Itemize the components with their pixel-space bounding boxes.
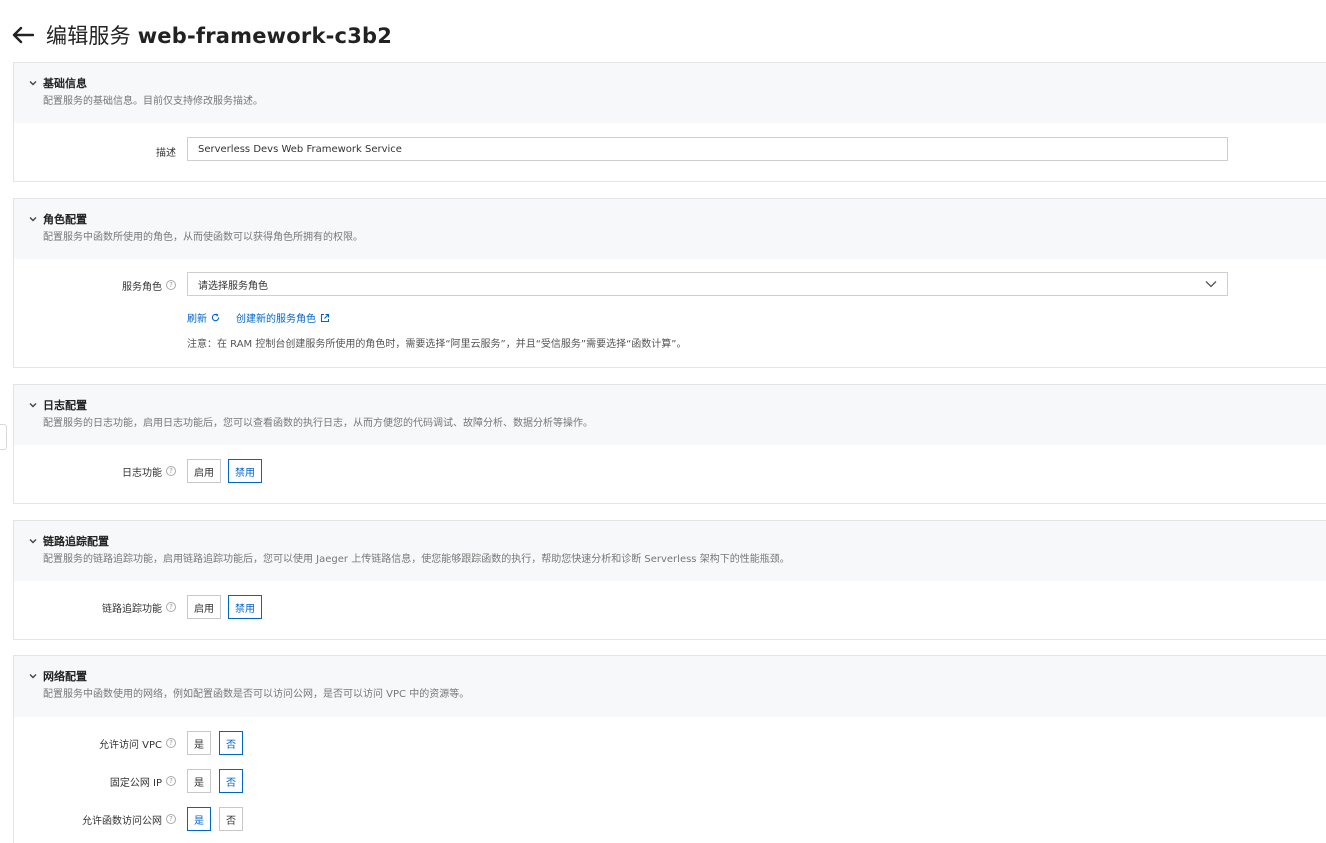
section-trace-config-header[interactable]: 链路追踪配置 配置服务的链路追踪功能，启用链路追踪功能后，您可以使用 Jaege… — [14, 521, 1326, 581]
section-trace-config: 链路追踪配置 配置服务的链路追踪功能，启用链路追踪功能后，您可以使用 Jaege… — [13, 520, 1326, 640]
description-label: 描述 — [156, 147, 176, 159]
role-note: 注意：在 RAM 控制台创建服务所使用的角色时，需要选择“阿里云服务”，并且“受… — [187, 339, 687, 350]
fixed-ip-yes-button[interactable]: 是 — [187, 769, 211, 793]
chevron-down-icon[interactable] — [28, 400, 38, 410]
section-description: 配置服务的日志功能，启用日志功能后，您可以查看函数的执行日志，从而方便您的代码调… — [43, 418, 593, 429]
page-title: 编辑服务 web-framework-c3b2 — [46, 20, 392, 50]
allow-vpc-no-button[interactable]: 否 — [219, 731, 243, 755]
refresh-icon — [211, 313, 220, 322]
page-header: 编辑服务 web-framework-c3b2 — [10, 18, 392, 52]
log-disable-button[interactable]: 禁用 — [228, 459, 262, 483]
back-arrow-icon[interactable] — [10, 22, 36, 48]
section-description: 配置服务的基础信息。目前仅支持修改服务描述。 — [43, 96, 263, 107]
section-log-config: 日志配置 配置服务的日志功能，启用日志功能后，您可以查看函数的执行日志，从而方便… — [13, 384, 1326, 504]
page-title-service-name: web-framework-c3b2 — [137, 24, 393, 48]
chevron-down-icon — [1205, 281, 1217, 288]
help-icon[interactable]: ? — [166, 466, 176, 476]
section-title: 角色配置 — [43, 213, 87, 226]
section-log-config-header[interactable]: 日志配置 配置服务的日志功能，启用日志功能后，您可以查看函数的执行日志，从而方便… — [14, 385, 1326, 445]
help-icon[interactable]: ? — [166, 776, 176, 786]
section-description: 配置服务的链路追踪功能，启用链路追踪功能后，您可以使用 Jaeger 上传链路信… — [43, 554, 790, 565]
allow-internet-label: 允许函数访问公网 ? — [14, 811, 176, 827]
fixed-ip-no-button[interactable]: 否 — [219, 769, 243, 793]
service-role-select[interactable]: 请选择服务角色 — [187, 272, 1228, 296]
log-enable-button[interactable]: 启用 — [187, 459, 221, 483]
chevron-down-icon[interactable] — [28, 214, 38, 224]
section-title: 链路追踪配置 — [43, 535, 109, 548]
description-input[interactable]: Serverless Devs Web Framework Service — [187, 137, 1228, 161]
section-title: 网络配置 — [43, 670, 87, 683]
trace-disable-button[interactable]: 禁用 — [228, 595, 262, 619]
section-description: 配置服务中函数所使用的角色，从而使函数可以获得角色所拥有的权限。 — [43, 232, 363, 243]
section-role-config: 角色配置 配置服务中函数所使用的角色，从而使函数可以获得角色所拥有的权限。 服务… — [13, 198, 1326, 368]
sidebar-collapse-handle[interactable] — [0, 424, 7, 450]
section-network-config-header[interactable]: 网络配置 配置服务中函数使用的网络，例如配置函数是否可以访问公网，是否可以访问 … — [14, 656, 1326, 717]
section-role-config-header[interactable]: 角色配置 配置服务中函数所使用的角色，从而使函数可以获得角色所拥有的权限。 — [14, 199, 1326, 259]
section-description: 配置服务中函数使用的网络，例如配置函数是否可以访问公网，是否可以访问 VPC 中… — [43, 689, 470, 700]
role-links: 刷新 创建新的服务角色 — [187, 310, 330, 325]
log-function-label: 日志功能 ? — [14, 463, 176, 479]
page-title-prefix: 编辑服务 — [46, 24, 131, 48]
section-basic-info-header[interactable]: 基础信息 配置服务的基础信息。目前仅支持修改服务描述。 — [14, 63, 1326, 123]
help-icon[interactable]: ? — [166, 738, 176, 748]
section-title: 基础信息 — [43, 77, 87, 90]
section-basic-info: 基础信息 配置服务的基础信息。目前仅支持修改服务描述。 描述 Serverles… — [13, 62, 1326, 182]
help-icon[interactable]: ? — [166, 814, 176, 824]
chevron-down-icon[interactable] — [28, 536, 38, 546]
allow-internet-yes-button[interactable]: 是 — [187, 807, 211, 831]
section-network-config: 网络配置 配置服务中函数使用的网络，例如配置函数是否可以访问公网，是否可以访问 … — [13, 655, 1326, 843]
service-role-placeholder: 请选择服务角色 — [198, 280, 268, 292]
fixed-public-ip-label: 固定公网 IP ? — [14, 773, 176, 789]
allow-internet-no-button[interactable]: 否 — [219, 807, 243, 831]
chevron-down-icon[interactable] — [28, 671, 38, 681]
trace-enable-button[interactable]: 启用 — [187, 595, 221, 619]
allow-vpc-yes-button[interactable]: 是 — [187, 731, 211, 755]
chevron-down-icon[interactable] — [28, 78, 38, 88]
external-link-icon — [320, 313, 330, 322]
help-icon[interactable]: ? — [166, 280, 176, 290]
help-icon[interactable]: ? — [166, 602, 176, 612]
allow-vpc-label: 允许访问 VPC ? — [14, 735, 176, 751]
service-role-label: 服务角色 ? — [14, 277, 176, 293]
create-role-link[interactable]: 创建新的服务角色 — [236, 310, 330, 325]
section-title: 日志配置 — [43, 399, 87, 412]
trace-function-label: 链路追踪功能 ? — [14, 599, 176, 615]
refresh-link[interactable]: 刷新 — [187, 310, 220, 325]
